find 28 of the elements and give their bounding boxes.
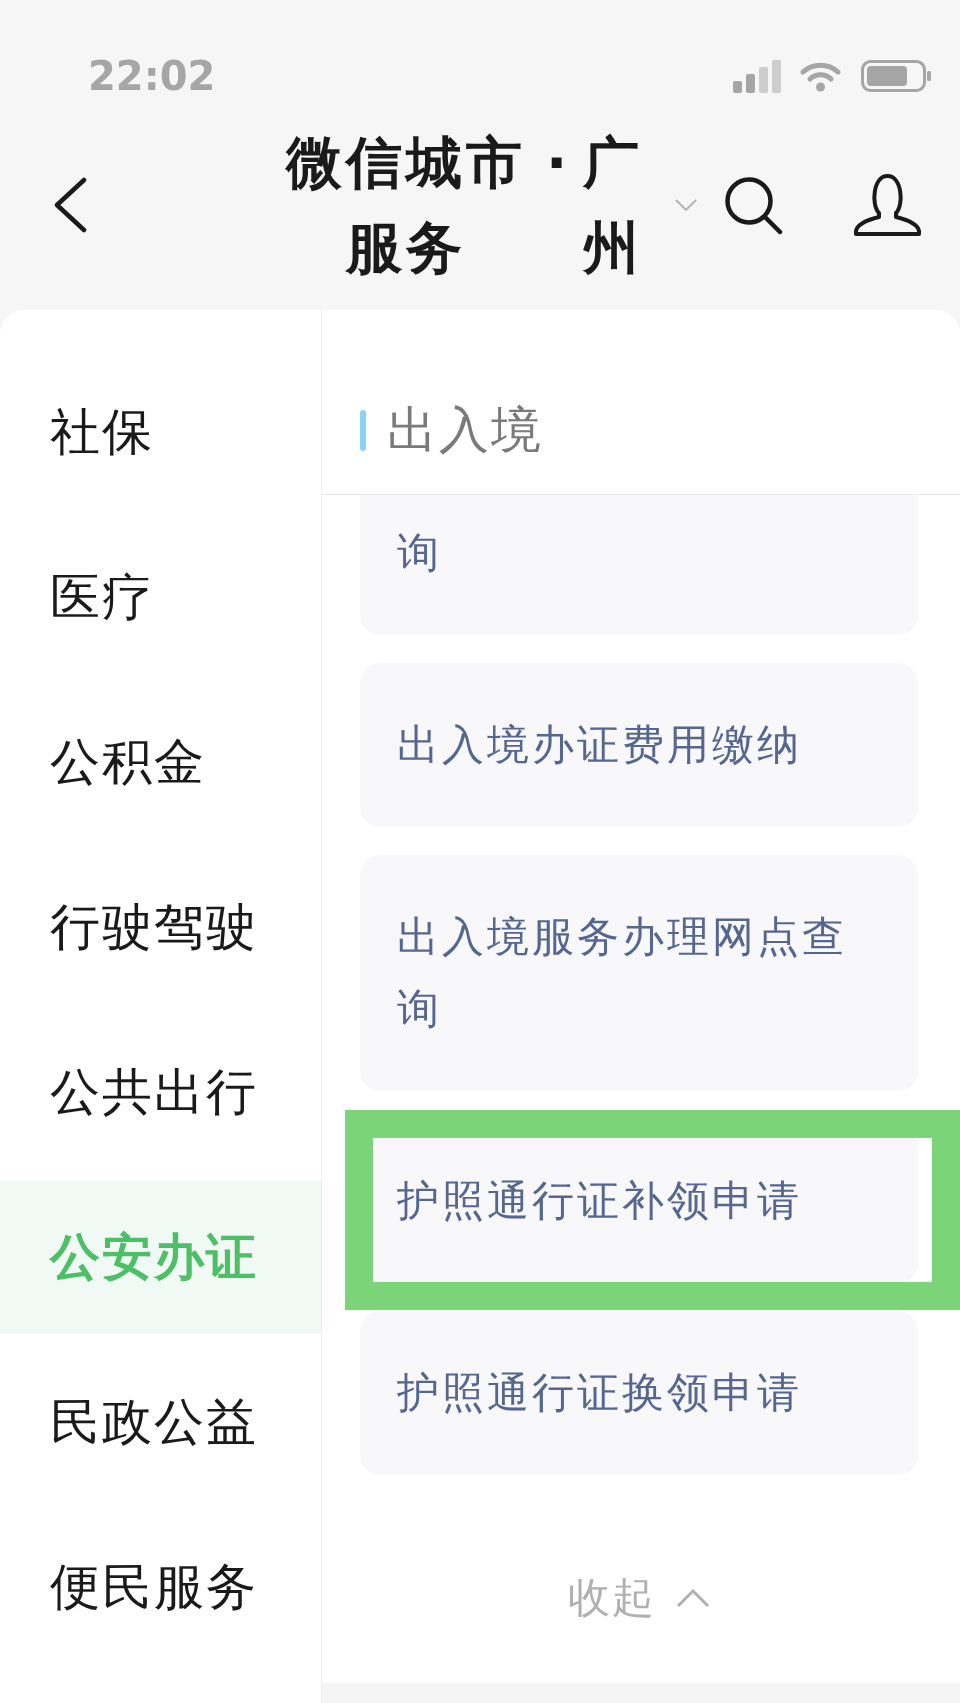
title-separator: · — [546, 129, 568, 197]
search-button[interactable] — [724, 175, 784, 235]
accent-bar-icon — [360, 410, 366, 451]
service-item[interactable]: 询 — [360, 495, 918, 635]
sidebar-item[interactable]: 公共出行 — [0, 1016, 321, 1169]
back-icon — [53, 177, 87, 233]
profile-button[interactable] — [853, 173, 923, 237]
service-item[interactable]: 出入境办证费用缴纳 — [360, 663, 918, 827]
status-time: 22:02 — [88, 52, 216, 100]
service-item[interactable]: 出入境服务办理网点查询 — [360, 855, 918, 1091]
page-title: 微信城市服务 — [284, 129, 527, 282]
back-button[interactable] — [53, 177, 87, 233]
section-title: 出入境 — [387, 400, 543, 461]
city-selector[interactable]: 广州 — [581, 120, 698, 290]
user-icon — [853, 173, 923, 237]
chevron-down-icon — [675, 199, 698, 211]
sidebar-item[interactable]: 行驶驾驶 — [0, 851, 321, 1004]
sidebar-item[interactable]: 医疗 — [0, 521, 321, 674]
sidebar-item[interactable]: 便民服务 — [0, 1511, 321, 1664]
sidebar-item[interactable]: 民政公益 — [0, 1346, 321, 1499]
sidebar-item[interactable]: 公积金 — [0, 686, 321, 839]
service-item[interactable]: 护照通行证换领申请 — [360, 1311, 918, 1475]
signal-icon — [733, 59, 781, 93]
chevron-up-icon — [676, 1588, 710, 1608]
search-icon — [724, 175, 784, 235]
wifi-icon — [800, 60, 841, 92]
battery-icon — [861, 60, 931, 92]
sidebar-item[interactable]: 社保 — [0, 356, 321, 509]
